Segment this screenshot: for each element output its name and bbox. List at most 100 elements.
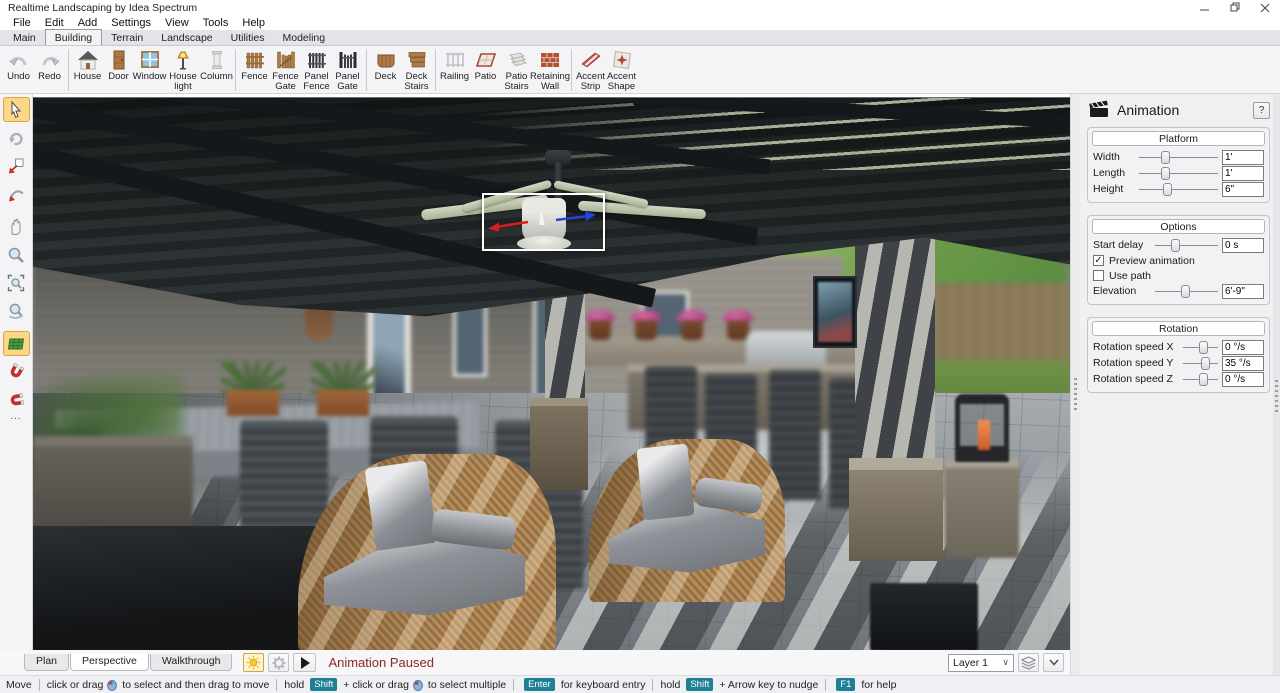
tab-main[interactable]: Main — [4, 30, 45, 45]
grid-snap-tool[interactable] — [3, 331, 30, 356]
slider-thumb[interactable] — [1161, 167, 1170, 180]
house-light-button[interactable]: House light — [165, 48, 201, 92]
tab-landscape[interactable]: Landscape — [152, 30, 221, 45]
height-field[interactable] — [1222, 182, 1264, 197]
panel-scrollbar[interactable] — [1273, 94, 1280, 675]
play-animation-button[interactable] — [293, 653, 316, 672]
angle-snap-tool[interactable] — [3, 387, 30, 412]
lighting-button[interactable] — [243, 653, 264, 672]
rotation-y-field[interactable] — [1222, 356, 1264, 371]
preview-animation-row[interactable]: ✓ Preview animation — [1092, 253, 1265, 268]
slider-thumb[interactable] — [1199, 373, 1208, 386]
railing-button[interactable]: Railing — [439, 48, 470, 82]
slider-thumb[interactable] — [1161, 151, 1170, 164]
use-path-row[interactable]: Use path — [1092, 268, 1265, 283]
menu-edit[interactable]: Edit — [38, 17, 71, 29]
move-point-tool[interactable] — [3, 153, 30, 178]
deck-stairs-icon — [406, 49, 428, 71]
menu-settings[interactable]: Settings — [104, 17, 158, 29]
menu-view[interactable]: View — [158, 17, 196, 29]
patio-stairs-button[interactable]: Patio Stairs — [501, 48, 532, 92]
panel-edge-grip[interactable] — [1275, 380, 1278, 414]
redo-button[interactable]: Redo — [34, 48, 65, 82]
width-slider[interactable] — [1139, 150, 1218, 165]
panel-splitter[interactable] — [1070, 94, 1080, 675]
lantern — [955, 394, 1009, 462]
preview-animation-checkbox[interactable]: ✓ — [1093, 255, 1104, 266]
pan-tool[interactable] — [3, 214, 30, 239]
building-toolbar: Undo Redo House Door Window House light … — [0, 46, 1280, 94]
length-field[interactable] — [1222, 166, 1264, 181]
retaining-wall-button[interactable]: Retaining Wall — [532, 48, 568, 92]
close-button[interactable] — [1250, 0, 1280, 15]
tab-building[interactable]: Building — [45, 29, 102, 45]
rotation-z-field[interactable] — [1222, 372, 1264, 387]
house-button[interactable]: House — [72, 48, 103, 82]
elevation-field[interactable] — [1222, 284, 1264, 299]
house-icon — [77, 49, 99, 71]
patio-button[interactable]: Patio — [470, 48, 501, 82]
width-field[interactable] — [1222, 150, 1264, 165]
viewport-3d-canvas[interactable] — [33, 97, 1070, 650]
elevation-slider[interactable] — [1155, 284, 1218, 299]
toolbar-separator — [571, 49, 572, 91]
slider-thumb[interactable] — [1199, 341, 1208, 354]
tv-screen — [818, 282, 852, 342]
menu-file[interactable]: File — [6, 17, 38, 29]
slider-thumb[interactable] — [1181, 285, 1190, 298]
slider-thumb[interactable] — [1201, 357, 1210, 370]
rotation-z-slider[interactable] — [1183, 372, 1218, 387]
rotate-tool[interactable] — [3, 125, 30, 150]
render-settings-button[interactable] — [268, 653, 289, 672]
column-button[interactable]: Column — [201, 48, 232, 82]
start-delay-field[interactable] — [1222, 238, 1264, 253]
splitter-grip[interactable] — [1074, 378, 1077, 412]
deck-button[interactable]: Deck — [370, 48, 401, 82]
options-group-header[interactable]: Options — [1092, 219, 1265, 234]
fence-button[interactable]: Fence — [239, 48, 270, 82]
menu-help[interactable]: Help — [235, 17, 272, 29]
length-slider[interactable] — [1139, 166, 1218, 181]
zoom-tool[interactable] — [3, 242, 30, 267]
edit-curve-tool[interactable] — [3, 181, 30, 206]
rotation-y-slider[interactable] — [1183, 356, 1218, 371]
restore-button[interactable] — [1220, 0, 1250, 15]
menu-tools[interactable]: Tools — [196, 17, 236, 29]
layers-button[interactable] — [1018, 653, 1039, 672]
platform-group-header[interactable]: Platform — [1092, 131, 1265, 146]
slider-thumb[interactable] — [1163, 183, 1172, 196]
select-cursor-icon — [7, 101, 25, 119]
height-slider[interactable] — [1139, 182, 1218, 197]
minimize-button[interactable] — [1190, 0, 1220, 15]
panel-fence-button[interactable]: Panel Fence — [301, 48, 332, 92]
view-tab-perspective[interactable]: Perspective — [70, 654, 149, 671]
tab-terrain[interactable]: Terrain — [102, 30, 152, 45]
fence-gate-button[interactable]: Fence Gate — [270, 48, 301, 92]
zoom-region-tool[interactable] — [3, 270, 30, 295]
tool-overflow-indicator[interactable]: ... — [10, 415, 21, 419]
door-button[interactable]: Door — [103, 48, 134, 82]
rotation-group-header[interactable]: Rotation — [1092, 321, 1265, 336]
rotation-x-slider[interactable] — [1183, 340, 1218, 355]
tab-modeling[interactable]: Modeling — [273, 30, 334, 45]
panel-gate-button[interactable]: Panel Gate — [332, 48, 363, 92]
start-delay-slider[interactable] — [1155, 238, 1218, 253]
menu-add[interactable]: Add — [71, 17, 105, 29]
view-tab-plan[interactable]: Plan — [24, 654, 69, 671]
layer-select[interactable]: Layer 1 ∨ — [948, 654, 1014, 672]
use-path-checkbox[interactable] — [1093, 270, 1104, 281]
slider-thumb[interactable] — [1171, 239, 1180, 252]
deck-stairs-button[interactable]: Deck Stairs — [401, 48, 432, 92]
accent-strip-button[interactable]: Accent Strip — [575, 48, 606, 92]
rotation-x-field[interactable] — [1222, 340, 1264, 355]
magnet-snap-tool[interactable] — [3, 359, 30, 384]
help-button[interactable]: ? — [1253, 102, 1270, 119]
select-tool[interactable] — [3, 97, 30, 122]
expand-button[interactable] — [1043, 653, 1064, 672]
undo-button[interactable]: Undo — [3, 48, 34, 82]
view-tab-walkthrough[interactable]: Walkthrough — [150, 654, 233, 671]
view-object-tool[interactable] — [3, 298, 30, 323]
accent-shape-button[interactable]: Accent Shape — [606, 48, 637, 92]
window-button[interactable]: Window — [134, 48, 165, 82]
tab-utilities[interactable]: Utilities — [222, 30, 274, 45]
